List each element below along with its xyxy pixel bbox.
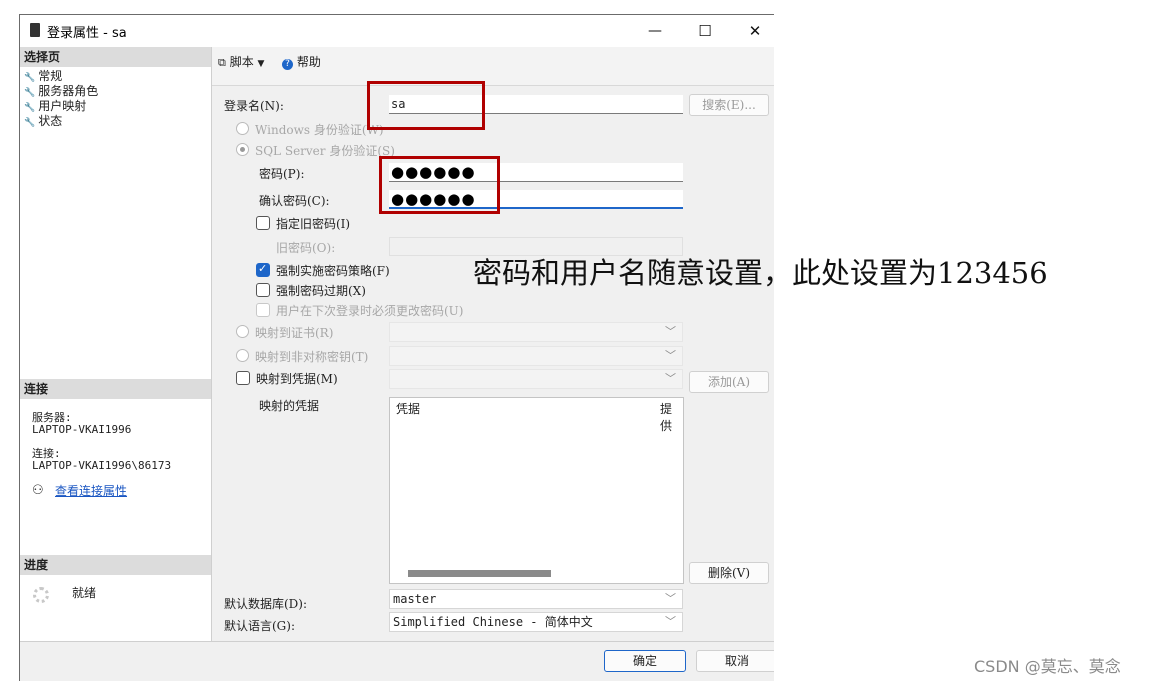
- wrench-icon: 🔧: [24, 88, 36, 98]
- enforce-expiry-checkbox[interactable]: [256, 283, 270, 297]
- window-title: 登录属性 - sa: [47, 26, 127, 41]
- close-button[interactable]: ✕: [732, 15, 774, 47]
- must-change-checkbox[interactable]: [256, 303, 270, 317]
- column-header-credential[interactable]: 凭据: [396, 400, 420, 417]
- connection-value: LAPTOP-VKAI1996\86173: [32, 459, 172, 472]
- toolbar: ⧉ 脚本 ▼ ? 帮助: [212, 47, 774, 86]
- column-header-provider[interactable]: 提供: [660, 400, 683, 434]
- enforce-policy-checkbox[interactable]: ✓: [256, 262, 270, 277]
- highlight-box-login-name: [367, 81, 485, 130]
- add-button[interactable]: 添加(A): [689, 371, 769, 393]
- cancel-button[interactable]: 取消: [696, 650, 774, 672]
- default-language-label: 默认语言(G):: [224, 619, 295, 633]
- progress-status: 就绪: [72, 586, 97, 600]
- nav-item-user-mapping[interactable]: 🔧 用户映射: [24, 99, 86, 115]
- map-asymmetric-key-label: 映射到非对称密钥(T): [255, 350, 369, 364]
- help-icon: ?: [282, 59, 293, 70]
- map-asymmetric-key-radio[interactable]: [236, 349, 249, 362]
- old-password-label: 旧密码(O):: [276, 241, 336, 255]
- windows-auth-radio[interactable]: [236, 122, 249, 135]
- title-bar: 登录属性 - sa — ☐ ✕: [20, 15, 774, 47]
- chevron-down-icon: ﹀: [665, 372, 676, 385]
- wrench-icon: 🔧: [24, 103, 36, 113]
- script-icon: ⧉: [218, 56, 226, 69]
- confirm-password-label: 确认密码(C):: [259, 194, 330, 208]
- chevron-down-icon: ﹀: [665, 325, 676, 338]
- maximize-button[interactable]: ☐: [682, 15, 728, 47]
- horizontal-scrollbar[interactable]: [408, 570, 551, 577]
- connection-header: 连接: [20, 379, 211, 399]
- map-certificate-radio[interactable]: [236, 325, 249, 338]
- select-page-header: 选择页: [20, 47, 211, 67]
- sql-auth-label: SQL Server 身份验证(S): [255, 144, 395, 158]
- search-button[interactable]: 搜索(E)...: [689, 94, 769, 116]
- default-database-combo[interactable]: master ﹀: [389, 589, 683, 609]
- map-credential-checkbox[interactable]: [236, 371, 250, 385]
- nav-item-server-roles[interactable]: 🔧 服务器角色: [24, 84, 98, 100]
- progress-header: 进度: [20, 555, 211, 575]
- server-value: LAPTOP-VKAI1996: [32, 423, 132, 436]
- spinner-icon: [33, 587, 49, 603]
- windows-auth-label: Windows 身份验证(W): [255, 123, 384, 137]
- must-change-label: 用户在下次登录时必须更改密码(U): [276, 304, 464, 318]
- checkmark-icon: ✓: [258, 262, 268, 275]
- app-icon: [30, 23, 40, 37]
- map-certificate-label: 映射到证书(R): [255, 326, 334, 340]
- default-database-label: 默认数据库(D):: [224, 597, 308, 611]
- script-dropdown[interactable]: ⧉ 脚本 ▼: [218, 53, 264, 70]
- left-pane: 选择页 🔧 常规 🔧 服务器角色 🔧 用户映射 🔧 状态 连接 服务器: LAPTOP-…: [20, 47, 212, 641]
- nav-item-general[interactable]: 🔧 常规: [24, 69, 62, 85]
- map-credential-label: 映射到凭据(M): [256, 372, 338, 386]
- password-label: 密码(P):: [259, 167, 305, 181]
- wrench-icon: 🔧: [24, 118, 36, 128]
- ok-button[interactable]: 确定: [604, 650, 686, 672]
- chevron-down-icon: ﹀: [665, 615, 676, 628]
- nav-item-status[interactable]: 🔧 状态: [24, 114, 62, 130]
- mapped-credentials-label: 映射的凭据: [259, 399, 320, 413]
- enforce-expiry-label: 强制密码过期(X): [276, 284, 366, 298]
- watermark: CSDN @莫忘、莫念: [974, 657, 1121, 676]
- specify-old-password-checkbox[interactable]: [256, 216, 270, 230]
- dropdown-arrow-icon: ▼: [257, 59, 265, 69]
- highlight-box-password: [379, 156, 500, 214]
- asymmetric-key-combo[interactable]: ﹀: [389, 346, 683, 366]
- certificate-combo[interactable]: ﹀: [389, 322, 683, 342]
- annotation-text: 密码和用户名随意设置，此处设置为123456: [473, 256, 1048, 290]
- mapped-credentials-table[interactable]: 凭据 提供: [389, 397, 684, 584]
- minimize-button[interactable]: —: [632, 15, 678, 47]
- enforce-policy-label: 强制实施密码策略(F): [276, 264, 390, 278]
- help-button[interactable]: ? 帮助: [282, 53, 321, 70]
- chevron-down-icon: ﹀: [665, 592, 676, 605]
- footer-bar: 确定 取消: [20, 641, 774, 681]
- login-name-label: 登录名(N):: [224, 99, 284, 113]
- wrench-icon: 🔧: [24, 73, 36, 83]
- view-connection-properties-link[interactable]: 查看连接属性: [55, 482, 127, 499]
- default-language-combo[interactable]: Simplified Chinese - 简体中文 ﹀: [389, 612, 683, 632]
- connection-properties-icon: ⚇: [32, 483, 44, 498]
- chevron-down-icon: ﹀: [665, 349, 676, 362]
- credential-combo[interactable]: ﹀: [389, 369, 683, 389]
- sql-auth-radio[interactable]: [236, 143, 249, 156]
- delete-button[interactable]: 删除(V): [689, 562, 769, 584]
- specify-old-password-label: 指定旧密码(I): [276, 217, 351, 231]
